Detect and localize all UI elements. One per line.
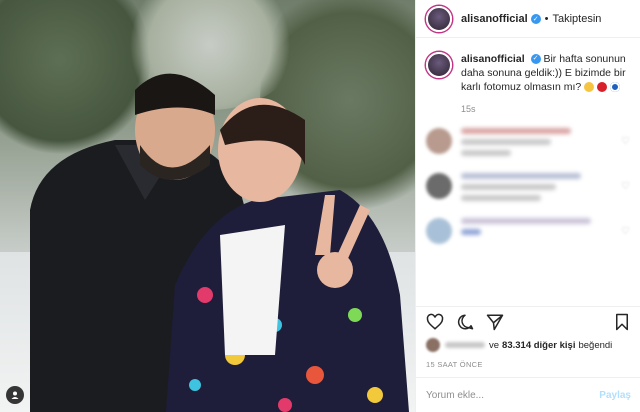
comment-body-blurred xyxy=(461,218,591,244)
caption-username[interactable]: alisanofficial xyxy=(461,53,525,65)
likes-prefix: ve xyxy=(489,339,500,351)
comment-avatar[interactable] xyxy=(426,218,452,244)
separator-dot: • xyxy=(544,12,549,25)
post-caption: alisanofficial ✓ Bir hafta sonunun daha … xyxy=(416,38,640,94)
comment-avatar[interactable] xyxy=(426,173,452,199)
comment-body-blurred xyxy=(461,128,571,161)
heart-icon[interactable] xyxy=(424,311,446,333)
username-link[interactable]: alisanofficial xyxy=(461,13,528,25)
comment-input[interactable] xyxy=(426,389,600,401)
caption-time: 15s xyxy=(461,104,476,114)
share-button[interactable]: Paylaş xyxy=(599,390,631,401)
list-item: ♡ xyxy=(416,173,640,206)
person-tag-icon[interactable] xyxy=(6,386,24,404)
comment-body-blurred xyxy=(461,173,581,206)
smile-emoji-icon xyxy=(584,82,595,93)
list-item: ♡ xyxy=(416,218,640,244)
comment-like-icon[interactable]: ♡ xyxy=(621,136,630,147)
likes-count[interactable]: 83.314 diğer kişi xyxy=(502,340,575,351)
caption-emojis xyxy=(584,82,621,93)
liker-name-blurred xyxy=(445,342,485,348)
nazar-emoji-icon xyxy=(610,82,621,93)
caption-avatar[interactable] xyxy=(426,52,452,78)
comment-bubble-icon[interactable] xyxy=(454,311,476,333)
caption-text: alisanofficial ✓ Bir hafta sonunun daha … xyxy=(461,52,630,94)
post-actions xyxy=(416,306,640,336)
list-item: ♡ xyxy=(416,128,640,161)
likes-summary[interactable]: ve 83.314 diğer kişi beğendi xyxy=(426,338,612,352)
paper-plane-icon[interactable] xyxy=(484,311,506,333)
post-photo[interactable] xyxy=(0,0,415,412)
woman-figure xyxy=(165,98,409,412)
add-comment-bar: Paylaş xyxy=(416,377,640,412)
liker-avatar xyxy=(426,338,440,352)
comment-avatar[interactable] xyxy=(426,128,452,154)
post-timestamp: 15 SAAT ÖNCE xyxy=(426,360,483,369)
post-header: alisanofficial ✓ • Takiptesin xyxy=(416,0,640,38)
verified-badge-icon: ✓ xyxy=(530,54,541,65)
post-side-panel: alisanofficial ✓ • Takiptesin alisanoffi… xyxy=(415,0,640,412)
comment-like-icon[interactable]: ♡ xyxy=(621,181,630,192)
verified-badge-icon: ✓ xyxy=(530,13,541,24)
heart-emoji-icon xyxy=(597,82,608,93)
likes-suffix: beğendi xyxy=(578,339,613,351)
bookmark-icon[interactable] xyxy=(611,311,633,333)
follow-status-button[interactable]: Takiptesin xyxy=(553,13,602,25)
avatar[interactable] xyxy=(426,5,452,32)
comment-like-icon[interactable]: ♡ xyxy=(621,226,630,237)
